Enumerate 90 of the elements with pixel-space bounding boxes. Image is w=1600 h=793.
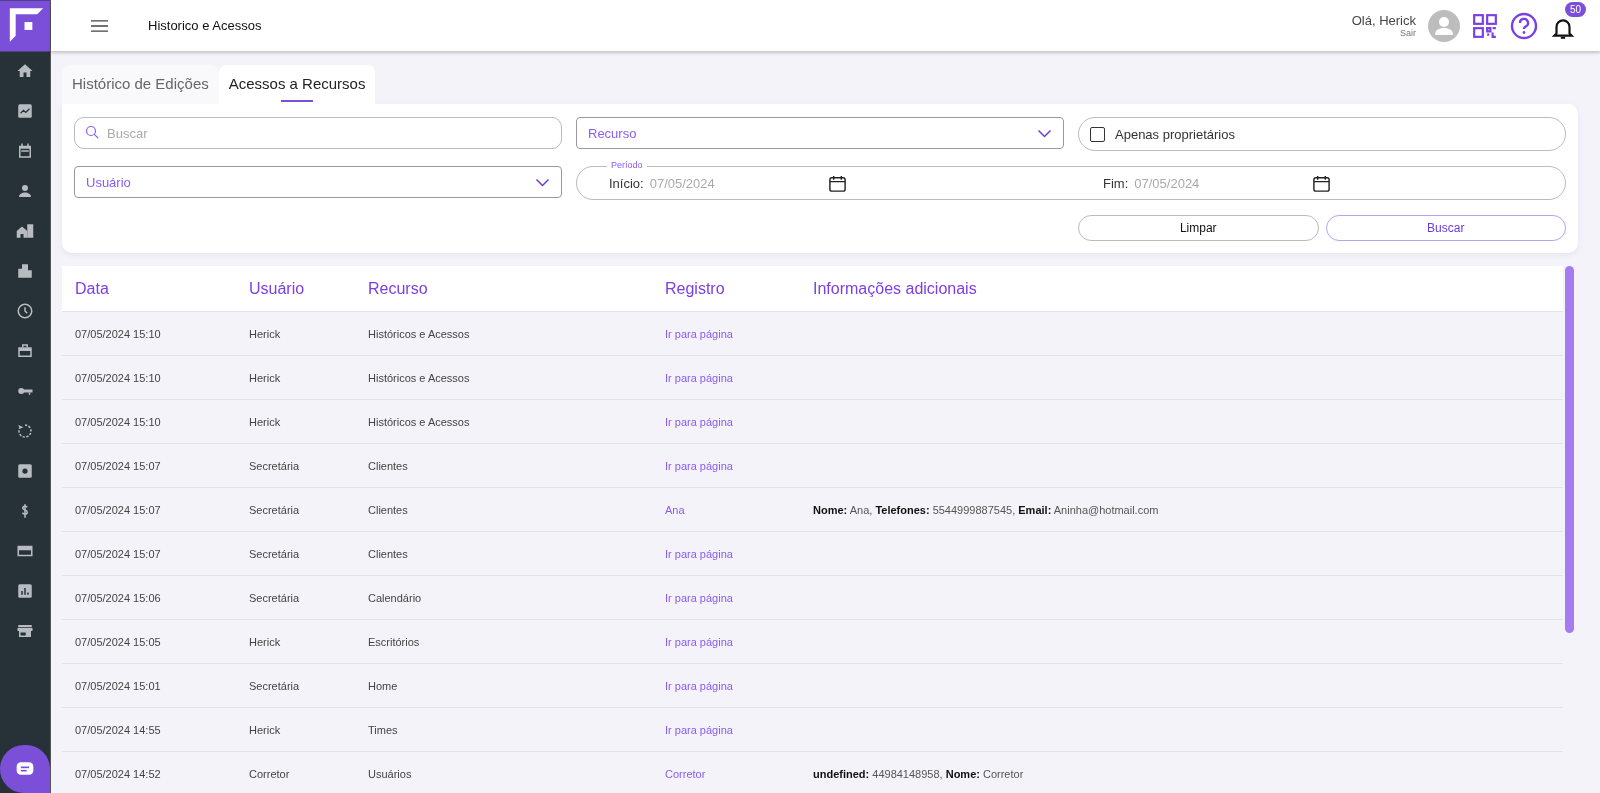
tab[interactable]: Acessos a Recursos	[218, 65, 376, 104]
checkbox-label: Apenas proprietários	[1115, 126, 1235, 142]
table-cell-text: Secretária	[249, 679, 301, 692]
qr-code-icon[interactable]	[1472, 12, 1498, 39]
table-cell-text: Usuários	[368, 767, 413, 780]
column-header: Recurso	[368, 279, 429, 298]
table-cell-text: Clientes	[368, 459, 409, 472]
calendar-icon[interactable]	[827, 173, 847, 193]
table-cell-text: Históricos e Acessos	[368, 415, 471, 428]
table-cell-text: Secretária	[249, 459, 301, 472]
chevron-down-icon	[535, 177, 550, 187]
table-cell: Nome: Ana, Telefones: 5544999887545, Email: Aninha@hotmail.com	[813, 503, 1159, 516]
period-legend: Período	[607, 160, 647, 170]
search-field[interactable]: Buscar	[74, 117, 562, 149]
record-link[interactable]: Ir para página	[665, 327, 733, 340]
table-cell-text: 07/05/2024 14:55	[75, 723, 162, 736]
table-cell-text: 07/05/2024 15:10	[75, 327, 162, 340]
record-link[interactable]: Ana	[665, 503, 685, 516]
table-cell-text: 07/05/2024 14:52	[75, 767, 162, 780]
notification-badge: 50	[1564, 1, 1586, 17]
chevron-down-icon	[1037, 128, 1052, 138]
table-cell-text: Clientes	[368, 547, 409, 560]
calendar-icon[interactable]	[16, 142, 34, 160]
record-link[interactable]: Ir para página	[665, 635, 733, 648]
record-link[interactable]: Ir para página	[665, 459, 733, 472]
chat-button[interactable]	[0, 745, 50, 793]
table-cell-text: 07/05/2024 15:10	[75, 415, 162, 428]
menu-icon[interactable]	[91, 19, 108, 32]
table-cell-text: Clientes	[368, 503, 409, 516]
table-cell-text: 07/05/2024 15:10	[75, 371, 162, 384]
record-link[interactable]: Ir para página	[665, 415, 733, 428]
table-cell-text: 07/05/2024 15:07	[75, 547, 162, 560]
column-header: Data	[75, 279, 110, 298]
table-cell-text: Históricos e Acessos	[368, 371, 471, 384]
column-header: Registro	[665, 279, 726, 298]
person-icon[interactable]	[16, 182, 34, 200]
clock-icon[interactable]	[16, 302, 34, 320]
record-link[interactable]: Corretor	[665, 767, 706, 780]
search-button[interactable]: Buscar	[1325, 215, 1566, 241]
clear-button[interactable]: Limpar	[1078, 215, 1319, 241]
table-cell-text: 07/05/2024 15:06	[75, 591, 162, 604]
building-icon[interactable]	[16, 262, 34, 280]
record-link[interactable]: Ir para página	[665, 723, 733, 736]
logout-link[interactable]: Sair	[1400, 28, 1416, 38]
record-link[interactable]: Ir para página	[665, 371, 733, 384]
column-header: Informações adicionais	[813, 279, 978, 298]
table-cell-text: Secretária	[249, 591, 301, 604]
resource-select[interactable]: Recurso	[576, 117, 1064, 149]
table-cell-text: Times	[368, 723, 399, 736]
store-icon[interactable]	[16, 622, 34, 640]
end-label: Fim:	[1103, 175, 1129, 191]
table-cell-text: Secretária	[249, 547, 301, 560]
user-select[interactable]: Usuário	[74, 166, 562, 198]
table-cell-text: Herick	[249, 371, 282, 384]
page-title: Historico e Acessos	[148, 18, 262, 33]
table-cell-text: Corretor	[249, 767, 291, 780]
table-cell-text: 07/05/2024 15:07	[75, 459, 162, 472]
help-icon[interactable]	[1510, 11, 1538, 40]
start-label: Início:	[609, 175, 644, 191]
end-date-input[interactable]: 07/05/2024	[1132, 174, 1309, 192]
table-cell-text: Home	[368, 679, 399, 692]
table-cell-text: Calendário	[368, 591, 423, 604]
record-link[interactable]: Ir para página	[665, 679, 733, 692]
table-cell-text: 07/05/2024 15:01	[75, 679, 162, 692]
column-header: Usuário	[249, 279, 306, 298]
calendar-icon[interactable]	[1312, 173, 1332, 193]
tab[interactable]: Histórico de Edições	[62, 65, 219, 104]
table-cell-text: 07/05/2024 15:07	[75, 503, 162, 516]
table-cell-text: Herick	[249, 327, 282, 340]
briefcase-icon[interactable]	[16, 342, 34, 360]
table-cell-text: Escritórios	[368, 635, 421, 648]
bar-chart-icon[interactable]	[16, 582, 34, 600]
table-cell-text: 07/05/2024 15:05	[75, 635, 162, 648]
table-cell-text: Secretária	[249, 503, 301, 516]
table-cell-text: Históricos e Acessos	[368, 327, 471, 340]
refresh-icon[interactable]	[16, 422, 34, 440]
table-cell-text: Herick	[249, 415, 282, 428]
scrollbar-thumb[interactable]	[1565, 266, 1574, 633]
search-icon	[85, 125, 100, 140]
start-date-input[interactable]: 07/05/2024	[647, 174, 824, 192]
greeting-text: Olá, Herick	[1351, 13, 1416, 28]
chart-icon[interactable]	[16, 102, 34, 120]
record-link[interactable]: Ir para página	[665, 591, 733, 604]
table-cell-text: Herick	[249, 723, 282, 736]
table-cell-text: Herick	[249, 635, 282, 648]
table-cell: undefined: 44984148958, Nome: Corretor	[813, 767, 1024, 780]
record-link[interactable]: Ir para página	[665, 547, 733, 560]
home-icon[interactable]	[16, 62, 34, 80]
house-building-icon[interactable]	[16, 222, 34, 240]
checkbox[interactable]	[1090, 126, 1105, 142]
